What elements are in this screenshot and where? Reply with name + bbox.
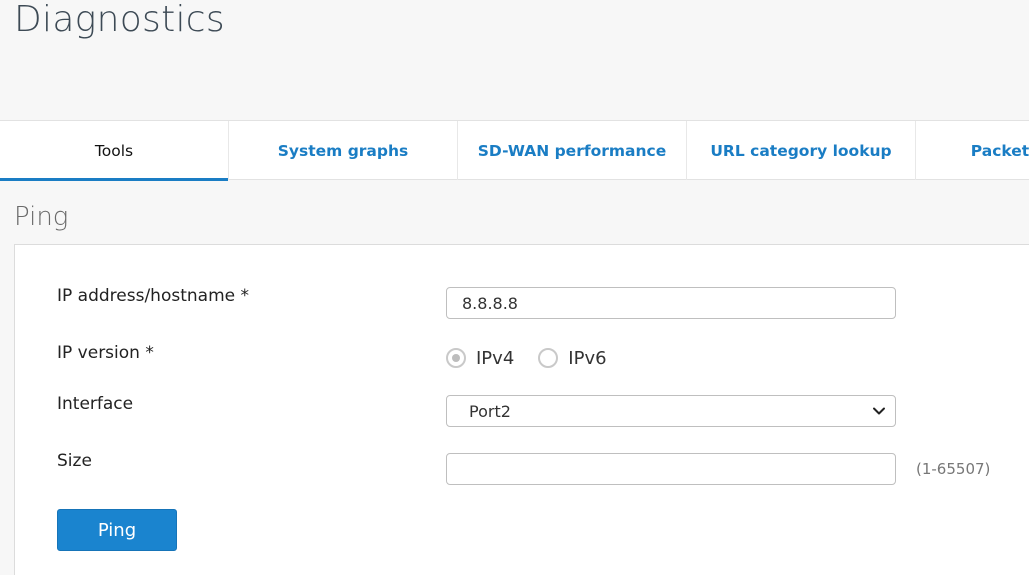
- size-input[interactable]: [446, 453, 896, 485]
- ip-address-label: IP address/hostname *: [57, 286, 249, 306]
- ping-button[interactable]: Ping: [57, 509, 177, 551]
- tab-tools[interactable]: Tools: [0, 121, 229, 181]
- ip-version-label: IP version *: [57, 343, 154, 363]
- ping-section-title: Ping: [14, 202, 69, 232]
- ipv4-radio[interactable]: IPv4: [446, 348, 514, 369]
- ipv6-radio-circle[interactable]: [538, 348, 559, 368]
- ipv4-radio-label: IPv4: [476, 347, 515, 369]
- interface-select-value: Port2: [469, 401, 511, 421]
- tab-packet[interactable]: Packet: [916, 121, 1029, 180]
- tab-packet-label: Packet: [970, 141, 1029, 160]
- chevron-down-icon: [873, 407, 885, 415]
- tab-system-graphs[interactable]: System graphs: [229, 121, 458, 180]
- ipv4-radio-circle[interactable]: [446, 348, 466, 368]
- tab-url-category-lookup[interactable]: URL category lookup: [687, 121, 916, 180]
- size-label: Size: [57, 451, 92, 471]
- diagnostics-page: Diagnostics Tools System graphs SD-WAN p…: [0, 0, 1029, 575]
- interface-label: Interface: [57, 394, 134, 414]
- interface-select[interactable]: Port2: [446, 395, 896, 427]
- page-title: Diagnostics: [14, 0, 225, 40]
- ip-version-radio-group: IPv4 IPv6: [446, 344, 631, 372]
- size-range-hint: (1-65507): [916, 460, 991, 478]
- ipv6-radio-label: IPv6: [568, 347, 607, 369]
- tab-sd-wan-performance-label: SD-WAN performance: [477, 141, 667, 160]
- tab-tools-label: Tools: [94, 141, 134, 160]
- tab-bar: Tools System graphs SD-WAN performance U…: [0, 120, 1029, 181]
- tab-url-category-lookup-label: URL category lookup: [710, 141, 892, 160]
- ipv6-radio[interactable]: IPv6: [538, 347, 607, 369]
- tab-system-graphs-label: System graphs: [277, 141, 409, 160]
- tab-sd-wan-performance[interactable]: SD-WAN performance: [458, 121, 687, 180]
- ip-address-input[interactable]: [446, 287, 896, 319]
